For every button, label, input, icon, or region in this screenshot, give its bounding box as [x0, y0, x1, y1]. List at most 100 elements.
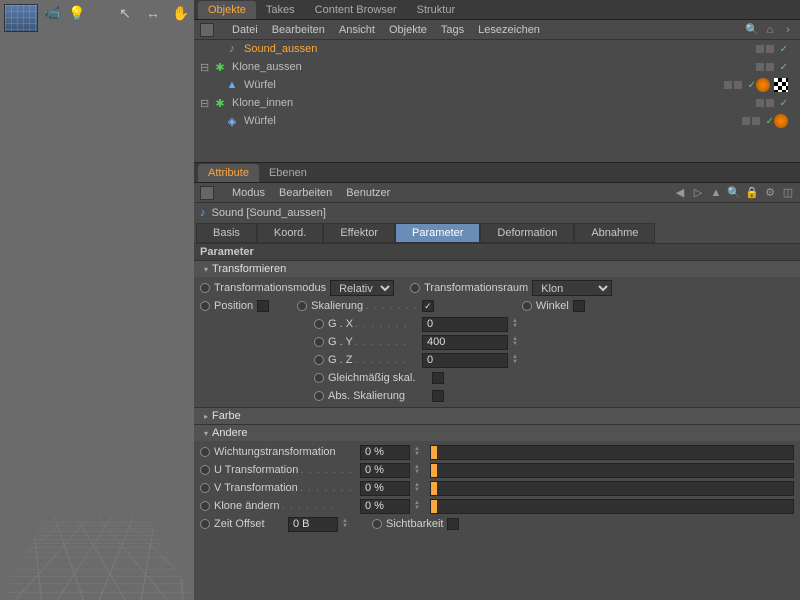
viewport-3d[interactable] [0, 48, 194, 600]
anim-dot[interactable] [200, 501, 210, 511]
search-icon[interactable]: 🔍 [728, 187, 740, 199]
menu-datei[interactable]: Datei [232, 24, 258, 36]
checkbox-skalierung[interactable]: ✓ [422, 300, 434, 312]
anim-dot[interactable] [372, 519, 382, 529]
menu-modus[interactable]: Modus [232, 187, 265, 199]
menu-ansicht[interactable]: Ansicht [339, 24, 375, 36]
input-gy[interactable]: 400 [422, 335, 508, 350]
spinner[interactable]: ▲▼ [414, 445, 424, 460]
anim-dot[interactable] [297, 301, 307, 311]
anim-dot[interactable] [200, 465, 210, 475]
home-icon[interactable]: ⌂ [764, 24, 776, 36]
object-name[interactable]: Würfel [244, 115, 742, 127]
hand-icon[interactable]: ✋ [170, 2, 192, 24]
path-icon[interactable]: › [782, 24, 794, 36]
checkbox-winkel[interactable] [573, 300, 585, 312]
menu-benutzer[interactable]: Benutzer [346, 187, 390, 199]
anim-dot[interactable] [314, 319, 324, 329]
object-name[interactable]: Klone_innen [232, 97, 756, 109]
tab-struktur[interactable]: Struktur [407, 1, 466, 19]
subtab-effektor[interactable]: Effektor [323, 223, 395, 243]
subtab-basis[interactable]: Basis [196, 223, 257, 243]
input-gx[interactable]: 0 [422, 317, 508, 332]
spinner[interactable]: ▲▼ [414, 499, 424, 514]
menu-objekte[interactable]: Objekte [389, 24, 427, 36]
slider-v-transformation[interactable] [430, 481, 794, 496]
menu-bearbeiten[interactable]: Bearbeiten [272, 24, 325, 36]
tab-attribute[interactable]: Attribute [198, 164, 259, 182]
hierarchy-row-wuerfel-2[interactable]: ◈ Würfel ✓ [194, 112, 800, 130]
gear-icon[interactable]: ⚙ [764, 187, 776, 199]
checkbox-abs-skalierung[interactable] [432, 390, 444, 402]
spinner[interactable]: ▲▼ [414, 481, 424, 496]
spinner-gz[interactable]: ▲▼ [512, 353, 522, 368]
back-icon[interactable]: ◀ [674, 187, 686, 199]
anim-dot[interactable] [314, 337, 324, 347]
expand-icon[interactable]: ⊟ [200, 97, 212, 110]
slider-u-transformation[interactable] [430, 463, 794, 478]
hierarchy-row-sound-aussen[interactable]: ♪ Sound_aussen ✓ [194, 40, 800, 58]
menu-icon[interactable] [200, 186, 214, 200]
object-name[interactable]: Sound_aussen [244, 43, 756, 55]
hierarchy-row-wuerfel-1[interactable]: ▲ Würfel ✓ [194, 76, 800, 94]
cursor-icon[interactable]: ↖ [114, 2, 136, 24]
camera-icon[interactable]: 📹 [42, 2, 64, 24]
input-zeit-offset[interactable]: 0 B [288, 517, 338, 532]
tag-icon[interactable] [756, 78, 770, 92]
input-v-transformation[interactable]: 0 % [360, 481, 410, 496]
anim-dot[interactable] [200, 519, 210, 529]
up-icon[interactable]: ▲ [710, 187, 722, 199]
input-wichtungstransformation[interactable]: 0 % [360, 445, 410, 460]
group-farbe[interactable]: Farbe [194, 407, 800, 424]
anim-dot[interactable] [314, 373, 324, 383]
anim-dot[interactable] [200, 483, 210, 493]
menu-bearbeiten[interactable]: Bearbeiten [279, 187, 332, 199]
anim-dot[interactable] [200, 447, 210, 457]
subtab-abnahme[interactable]: Abnahme [574, 223, 655, 243]
spinner[interactable]: ▲▼ [414, 463, 424, 478]
menu-lesezeichen[interactable]: Lesezeichen [478, 24, 540, 36]
search-icon[interactable]: 🔍 [746, 24, 758, 36]
select-transformationsraum[interactable]: Klon [532, 280, 612, 296]
group-andere[interactable]: Andere [194, 424, 800, 441]
spinner[interactable]: ▲▼ [342, 517, 352, 532]
anim-dot[interactable] [410, 283, 420, 293]
anim-dot[interactable] [200, 301, 210, 311]
subtab-deformation[interactable]: Deformation [480, 223, 574, 243]
slider-klone-aendern[interactable] [430, 499, 794, 514]
input-klone-aendern[interactable]: 0 % [360, 499, 410, 514]
tab-ebenen[interactable]: Ebenen [259, 164, 317, 182]
object-name[interactable]: Klone_aussen [232, 61, 756, 73]
object-hierarchy[interactable]: ♪ Sound_aussen ✓ ⊟ ✱ Klone_aussen ✓ ▲ Wü… [194, 40, 800, 162]
checkbox-position[interactable] [257, 300, 269, 312]
hierarchy-row-klone-aussen[interactable]: ⊟ ✱ Klone_aussen ✓ [194, 58, 800, 76]
menu-tags[interactable]: Tags [441, 24, 464, 36]
subtab-koord[interactable]: Koord. [257, 223, 323, 243]
input-gz[interactable]: 0 [422, 353, 508, 368]
fwd-icon[interactable]: ▷ [692, 187, 704, 199]
tab-objekte[interactable]: Objekte [198, 1, 256, 19]
tab-content-browser[interactable]: Content Browser [305, 1, 407, 19]
anim-dot[interactable] [522, 301, 532, 311]
spinner-gx[interactable]: ▲▼ [512, 317, 522, 332]
tag-icon[interactable] [774, 114, 788, 128]
input-u-transformation[interactable]: 0 % [360, 463, 410, 478]
lock-icon[interactable]: 🔒 [746, 187, 758, 199]
hierarchy-row-klone-innen[interactable]: ⊟ ✱ Klone_innen ✓ [194, 94, 800, 112]
checkbox-gleichmaessig[interactable] [432, 372, 444, 384]
view-thumbnail[interactable] [4, 4, 38, 32]
select-transformationsmodus[interactable]: Relativ [330, 280, 394, 296]
light-icon[interactable]: 💡 [66, 2, 88, 24]
new-icon[interactable]: ◫ [782, 187, 794, 199]
subtab-parameter[interactable]: Parameter [395, 223, 480, 243]
tab-takes[interactable]: Takes [256, 1, 305, 19]
checkbox-sichtbarkeit[interactable] [447, 518, 459, 530]
anim-dot[interactable] [314, 391, 324, 401]
group-transformieren[interactable]: Transformieren [194, 260, 800, 277]
object-name[interactable]: Würfel [244, 79, 724, 91]
anim-dot[interactable] [200, 283, 210, 293]
texture-tag-icon[interactable] [774, 78, 788, 92]
arrow-icon[interactable]: ↔ [142, 2, 164, 24]
anim-dot[interactable] [314, 355, 324, 365]
menu-icon[interactable] [200, 23, 214, 37]
